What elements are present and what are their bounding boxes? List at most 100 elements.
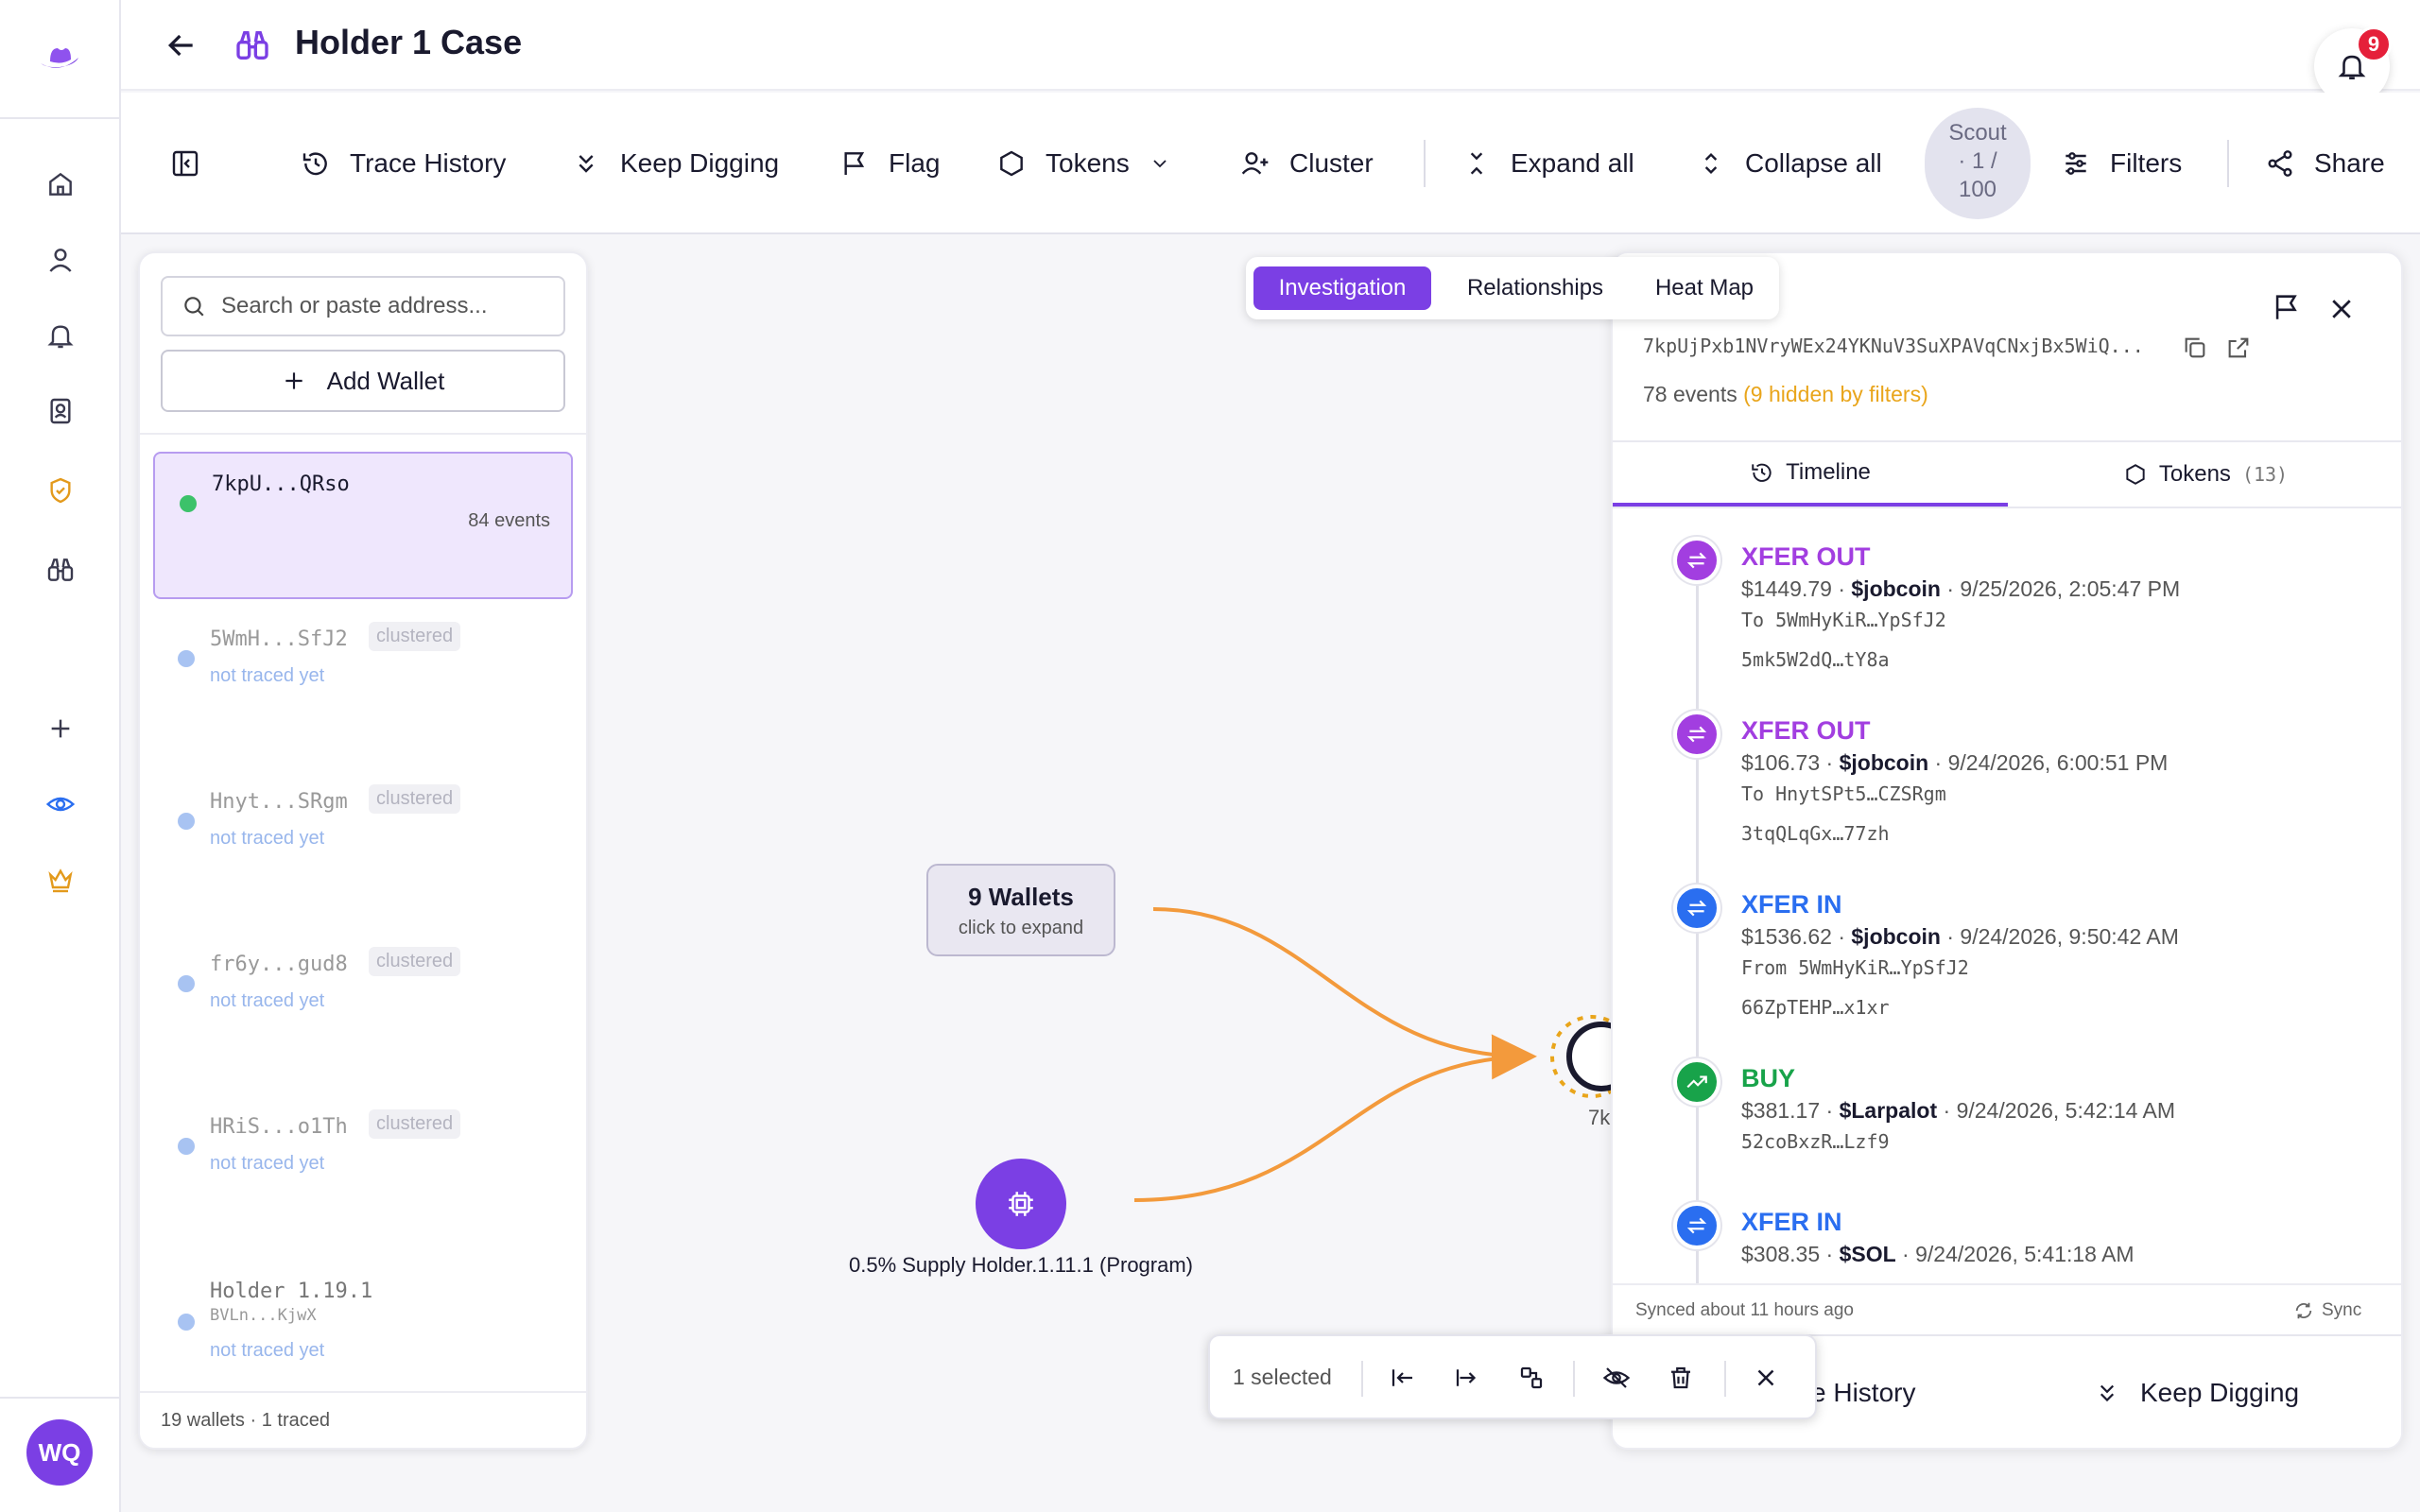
scout-label: Scout [1948, 120, 2007, 146]
tab-relationships[interactable]: Relationships [1441, 266, 1630, 310]
avatar[interactable]: WQ [26, 1419, 93, 1486]
wallet-address: HRiS...o1Th [210, 1115, 348, 1139]
transfer-icon [1673, 711, 1720, 758]
left-rail: WQ [0, 0, 121, 1512]
event-counterparty: To 5WmHyKiR…YpSfJ2 [1741, 609, 1946, 631]
toolbar: Trace History Keep Digging Flag Tokens C… [121, 93, 2420, 234]
wallet-name: Holder 1.19.1 [210, 1280, 373, 1303]
sliders-icon [2066, 152, 2086, 175]
hexagon-icon [2126, 464, 2145, 485]
event-signature[interactable]: 3tqQLqGx…77zh [1741, 822, 1890, 845]
sync-label: Sync [2322, 1300, 2362, 1320]
event-time: 9/24/2026, 9:50:42 AM [1960, 924, 2179, 949]
add-wallet-button[interactable]: Add Wallet [161, 350, 565, 412]
wallet-item[interactable]: Holder 1.19.1 BVLn...KjwX not traced yet [153, 1259, 573, 1382]
eye-off-icon[interactable] [1598, 1359, 1635, 1397]
chevron-down-icon [1153, 160, 1167, 168]
shield-icon[interactable] [37, 467, 84, 514]
keep-digging-button[interactable]: Keep Digging [2093, 1378, 2299, 1408]
events-summary: 78 events (9 hidden by filters) [1643, 382, 1928, 407]
cluster-node-title: 9 Wallets [968, 883, 1074, 911]
wallet-status: not traced yet [210, 828, 325, 849]
tokens-dropdown[interactable]: Tokens [996, 93, 1171, 234]
collapse-all-button[interactable]: Collapse all [1696, 93, 1882, 234]
tab-tokens[interactable]: Tokens (13) [2008, 442, 2401, 507]
hidden-events-note: (9 hidden by filters) [1743, 382, 1928, 406]
share-button[interactable]: Share [2265, 93, 2385, 234]
wallet-panel-footer: 19 wallets · 1 traced [140, 1391, 586, 1448]
wallet-item[interactable]: fr6y...gud8 clustered not traced yet [153, 934, 573, 1075]
tokens-label: Tokens [1046, 148, 1130, 178]
filters-button[interactable]: Filters [2061, 93, 2182, 234]
sidebar-collapse-icon [172, 150, 199, 177]
search-field[interactable] [161, 276, 565, 336]
keep-digging-label: Keep Digging [2140, 1378, 2300, 1407]
group-nodes-icon[interactable] [1512, 1359, 1550, 1397]
wallet-item[interactable]: HRiS...o1Th clustered not traced yet [153, 1096, 573, 1238]
event-signature[interactable]: 52coBxzR…Lzf9 [1741, 1130, 1890, 1153]
binoculars-icon[interactable] [37, 546, 84, 593]
wallet-item[interactable]: Hnyt...SRgm clustered not traced yet [153, 771, 573, 913]
scout-quota-badge: Scout · 1 / 100 [1925, 108, 2031, 219]
toolbar-divider [1424, 140, 1426, 187]
event-amount: $381.17 [1741, 1098, 1821, 1123]
event-signature[interactable]: 5mk5W2dQ…tY8a [1741, 648, 1890, 671]
cluster-button[interactable]: Cluster [1240, 93, 1374, 234]
tab-timeline[interactable]: Timeline [1613, 442, 2008, 507]
trace-history-button[interactable]: Trace History [301, 93, 506, 234]
toggle-sidebar-button[interactable] [170, 93, 200, 234]
trace-inbound-icon[interactable] [1384, 1359, 1422, 1397]
plus-icon[interactable] [37, 705, 84, 752]
selection-count: 1 selected [1233, 1365, 1332, 1389]
flag-button[interactable]: Flag [839, 93, 940, 234]
event-summary: $381.17 · $Larpalot · 9/24/2026, 5:42:14… [1741, 1098, 2176, 1123]
expand-all-button[interactable]: Expand all [1461, 93, 1634, 234]
event-type: XFER OUT [1741, 716, 1871, 745]
program-node[interactable] [976, 1159, 1066, 1249]
flag-icon[interactable] [2271, 291, 2303, 323]
toolbar-divider [1573, 1361, 1575, 1397]
copy-icon[interactable] [2182, 335, 2208, 361]
user-icon[interactable] [37, 236, 84, 284]
view-switcher: Investigation Relationships Heat Map [1246, 257, 1779, 319]
sync-button[interactable]: Sync [2293, 1300, 2361, 1321]
search-input[interactable] [221, 293, 562, 319]
contacts-icon[interactable] [37, 387, 84, 435]
tab-tokens-count: (13) [2241, 463, 2289, 486]
trash-icon[interactable] [1662, 1359, 1700, 1397]
home-icon[interactable] [37, 161, 84, 208]
wallet-item[interactable]: 7kpU...QRso 84 events [153, 452, 573, 599]
sync-footer: Synced about 11 hours ago Sync [1613, 1283, 2401, 1334]
plus-icon [285, 372, 302, 389]
scout-count: · 1 / [1958, 148, 1997, 174]
collapse-icon [1704, 152, 1718, 175]
event-summary: $1449.79 · $jobcoin · 9/25/2026, 2:05:47… [1741, 576, 2181, 601]
filters-label: Filters [2110, 148, 2183, 178]
collapse-all-label: Collapse all [1745, 148, 1882, 178]
trace-history-button[interactable]: e History [1811, 1378, 1915, 1408]
tab-heat-map[interactable]: Heat Map [1635, 266, 1773, 310]
app-logo[interactable] [0, 0, 119, 119]
tab-investigation[interactable]: Investigation [1253, 266, 1431, 310]
close-icon[interactable] [1747, 1359, 1785, 1397]
wallet-item[interactable]: 5WmH...SfJ2 clustered not traced yet [153, 609, 573, 750]
back-arrow-icon[interactable] [163, 26, 200, 64]
eye-icon[interactable] [37, 781, 84, 828]
keep-digging-button[interactable]: Keep Digging [571, 93, 779, 234]
trace-outbound-icon[interactable] [1448, 1359, 1486, 1397]
crown-icon[interactable] [37, 856, 84, 903]
bell-icon[interactable] [37, 312, 84, 359]
history-icon [302, 152, 327, 176]
status-dot [178, 1138, 195, 1155]
external-link-icon[interactable] [2225, 335, 2252, 361]
share-icon [2268, 150, 2292, 177]
toolbar-divider [2227, 140, 2229, 187]
cluster-node[interactable]: 9 Wallets click to expand [926, 864, 1115, 956]
event-token: $SOL [1839, 1242, 1896, 1266]
event-signature[interactable]: 66ZpTEHP…x1xr [1741, 996, 1890, 1019]
wallet-address: 7kpU...QRso [212, 472, 350, 496]
wallet-address: Hnyt...SRgm [210, 790, 348, 814]
close-icon[interactable] [2327, 295, 2356, 323]
event-token: $jobcoin [1851, 576, 1941, 601]
add-wallet-label: Add Wallet [326, 366, 445, 395]
